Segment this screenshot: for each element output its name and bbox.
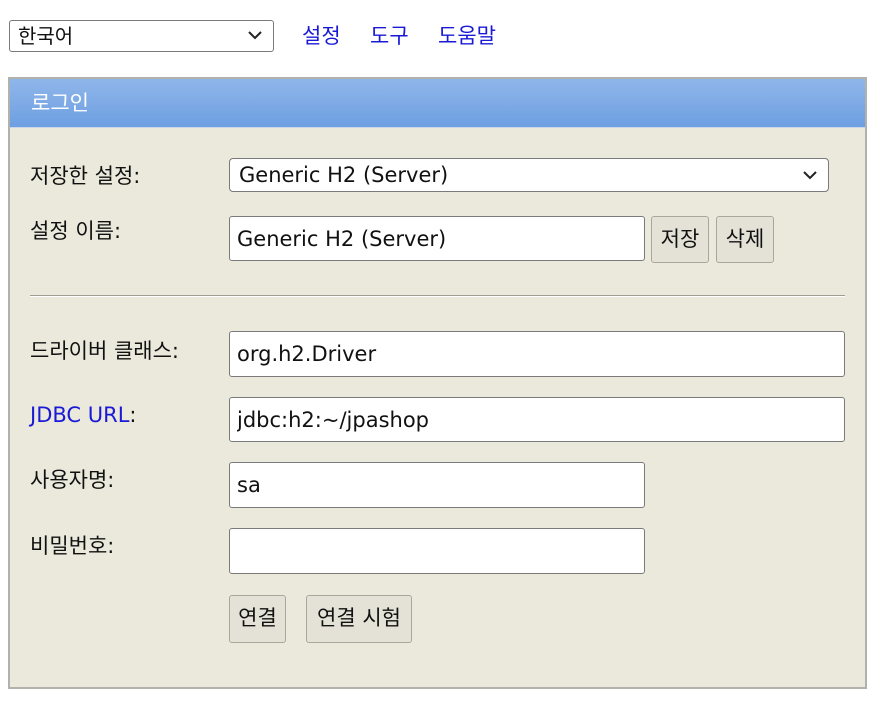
settings-link[interactable]: 설정 bbox=[302, 20, 341, 52]
delete-button[interactable]: 삭제 bbox=[716, 216, 774, 263]
setting-name-label: 설정 이름: bbox=[30, 219, 122, 243]
save-button[interactable]: 저장 bbox=[651, 216, 709, 263]
setting-name-input[interactable] bbox=[229, 216, 645, 261]
chevron-down-icon bbox=[247, 27, 263, 43]
saved-settings-label: 저장한 설정: bbox=[30, 164, 141, 188]
username-input[interactable] bbox=[229, 462, 645, 508]
password-input[interactable] bbox=[229, 528, 645, 574]
password-label: 비밀번호: bbox=[30, 534, 115, 558]
connect-button[interactable]: 연결 bbox=[229, 595, 286, 643]
test-connection-button[interactable]: 연결 시험 bbox=[306, 595, 412, 643]
saved-settings-select[interactable]: Generic H2 (Server) bbox=[229, 158, 829, 192]
jdbc-url-help-link[interactable]: JDBC URL bbox=[30, 403, 129, 427]
language-select-value: 한국어 bbox=[18, 24, 74, 48]
tools-link[interactable]: 도구 bbox=[370, 20, 409, 52]
help-link[interactable]: 도움말 bbox=[438, 20, 496, 52]
saved-settings-value: Generic H2 (Server) bbox=[239, 163, 449, 187]
jdbc-url-colon: : bbox=[129, 403, 137, 427]
driver-class-input[interactable] bbox=[229, 331, 845, 377]
language-select[interactable]: 한국어 bbox=[9, 20, 274, 52]
login-panel-header: 로그인 bbox=[10, 79, 865, 128]
divider bbox=[30, 295, 845, 297]
jdbc-url-label: JDBC URL: bbox=[30, 401, 136, 429]
jdbc-url-input[interactable] bbox=[229, 397, 845, 442]
driver-class-label: 드라이버 클래스: bbox=[30, 339, 179, 363]
username-label: 사용자명: bbox=[30, 468, 115, 492]
chevron-down-icon bbox=[802, 167, 818, 183]
